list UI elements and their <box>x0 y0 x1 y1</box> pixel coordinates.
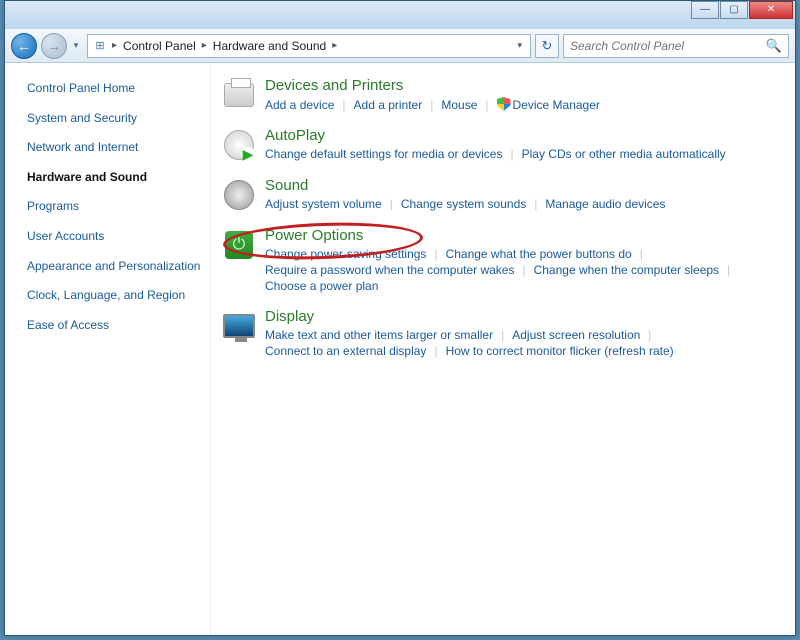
category-autoplay: AutoPlay Change default settings for med… <box>221 127 779 163</box>
link-power-buttons[interactable]: Change what the power buttons do <box>446 246 632 262</box>
breadcrumb-arrow[interactable]: ▸ <box>330 40 339 51</box>
control-panel-icon: ⊞ <box>92 38 108 54</box>
category-title-autoplay[interactable]: AutoPlay <box>265 127 779 144</box>
link-mouse[interactable]: Mouse <box>441 97 477 113</box>
category-display: Display Make text and other items larger… <box>221 308 779 359</box>
search-icon[interactable]: 🔍 <box>766 38 782 54</box>
breadcrumb-control-panel[interactable]: Control Panel <box>119 39 200 53</box>
breadcrumb-arrow[interactable]: ▸ <box>200 40 209 51</box>
link-text-size[interactable]: Make text and other items larger or smal… <box>265 327 493 343</box>
link-monitor-flicker[interactable]: How to correct monitor flicker (refresh … <box>446 343 674 359</box>
sidebar-item-system-security[interactable]: System and Security <box>27 111 202 127</box>
link-computer-sleeps[interactable]: Change when the computer sleeps <box>534 262 719 278</box>
category-devices: Devices and Printers Add a device| Add a… <box>221 77 779 113</box>
sound-icon <box>221 177 257 213</box>
category-title-display[interactable]: Display <box>265 308 779 325</box>
link-manage-audio[interactable]: Manage audio devices <box>545 196 665 212</box>
sidebar-home[interactable]: Control Panel Home <box>27 81 202 97</box>
link-power-saving[interactable]: Change power-saving settings <box>265 246 426 262</box>
link-add-printer[interactable]: Add a printer <box>354 97 423 113</box>
link-resolution[interactable]: Adjust screen resolution <box>512 327 640 343</box>
sidebar-item-clock-language[interactable]: Clock, Language, and Region <box>27 288 202 304</box>
minimize-button[interactable]: — <box>691 1 719 19</box>
link-autoplay-defaults[interactable]: Change default settings for media or dev… <box>265 146 502 162</box>
category-title-power[interactable]: Power Options <box>265 227 779 244</box>
printer-icon <box>221 77 257 113</box>
link-device-manager[interactable]: Device Manager <box>497 96 600 113</box>
nav-history-dropdown[interactable]: ▾ <box>71 40 81 51</box>
maximize-button[interactable]: ▢ <box>720 1 748 19</box>
navigation-bar: ← → ▾ ⊞ ▸ Control Panel ▸ Hardware and S… <box>5 29 795 63</box>
link-add-device[interactable]: Add a device <box>265 97 334 113</box>
content-area: Control Panel Home System and Security N… <box>5 63 795 635</box>
power-icon <box>221 227 257 263</box>
link-external-display[interactable]: Connect to an external display <box>265 343 426 359</box>
search-input[interactable] <box>570 39 766 53</box>
display-icon <box>221 308 257 344</box>
forward-button[interactable]: → <box>41 33 67 59</box>
sidebar-item-user-accounts[interactable]: User Accounts <box>27 229 202 245</box>
refresh-button[interactable]: ↻ <box>535 34 559 58</box>
sidebar: Control Panel Home System and Security N… <box>5 63 211 635</box>
category-title-devices[interactable]: Devices and Printers <box>265 77 779 94</box>
search-box[interactable]: 🔍 <box>563 34 789 58</box>
main-panel: Devices and Printers Add a device| Add a… <box>211 63 795 635</box>
titlebar: — ▢ ✕ <box>5 1 795 29</box>
link-require-password[interactable]: Require a password when the computer wak… <box>265 262 514 278</box>
close-button[interactable]: ✕ <box>749 1 793 19</box>
breadcrumb-hardware-sound[interactable]: Hardware and Sound <box>209 39 330 53</box>
category-title-sound[interactable]: Sound <box>265 177 779 194</box>
link-adjust-volume[interactable]: Adjust system volume <box>265 196 382 212</box>
address-dropdown[interactable]: ▾ <box>511 40 528 51</box>
sidebar-item-network-internet[interactable]: Network and Internet <box>27 140 202 156</box>
link-choose-plan[interactable]: Choose a power plan <box>265 278 378 294</box>
back-button[interactable]: ← <box>11 33 37 59</box>
link-play-cds[interactable]: Play CDs or other media automatically <box>522 146 726 162</box>
control-panel-window: — ▢ ✕ ← → ▾ ⊞ ▸ Control Panel ▸ Hardware… <box>4 0 796 636</box>
shield-icon <box>497 97 511 111</box>
breadcrumb-arrow[interactable]: ▸ <box>110 40 119 51</box>
link-device-manager-label: Device Manager <box>513 98 600 112</box>
link-change-sounds[interactable]: Change system sounds <box>401 196 526 212</box>
autoplay-icon <box>221 127 257 163</box>
sidebar-item-hardware-sound[interactable]: Hardware and Sound <box>27 170 202 186</box>
category-sound: Sound Adjust system volume| Change syste… <box>221 177 779 213</box>
sidebar-item-ease-of-access[interactable]: Ease of Access <box>27 318 202 334</box>
sidebar-item-programs[interactable]: Programs <box>27 199 202 215</box>
address-bar[interactable]: ⊞ ▸ Control Panel ▸ Hardware and Sound ▸… <box>87 34 531 58</box>
category-power: Power Options Change power-saving settin… <box>221 227 779 294</box>
sidebar-item-appearance[interactable]: Appearance and Personalization <box>27 259 202 275</box>
